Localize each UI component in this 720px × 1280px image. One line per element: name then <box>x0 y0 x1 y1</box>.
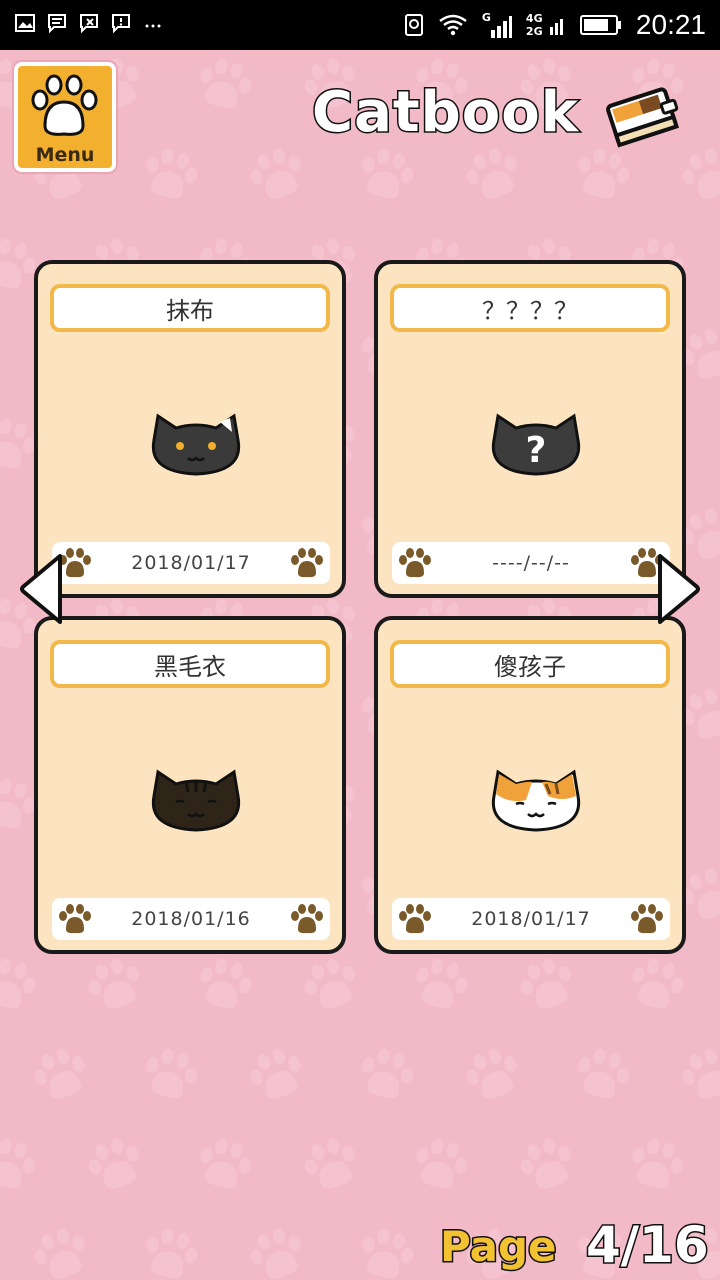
cat-name: 傻孩子 <box>390 640 670 688</box>
capture-date: 2018/01/17 <box>471 908 591 930</box>
background-paw <box>512 952 583 1022</box>
alert-message-icon <box>112 14 130 34</box>
background-paw <box>242 1042 313 1112</box>
background-paw <box>80 1132 151 1202</box>
background-paw <box>296 1132 367 1202</box>
background-paw <box>0 954 42 1021</box>
background-paw <box>512 1132 583 1202</box>
capture-date: ----/--/-- <box>492 552 570 574</box>
message-cancel-icon <box>80 14 98 34</box>
background-paw <box>26 1042 97 1112</box>
paw-icon <box>59 904 91 934</box>
background-paw <box>136 144 204 211</box>
paw-icon <box>31 74 98 136</box>
capture-date: 2018/01/17 <box>131 552 251 574</box>
background-paw <box>26 1222 97 1280</box>
lens-icon <box>404 14 423 36</box>
status-bar: G 4G 2G 20:21 <box>0 0 720 50</box>
background-paw <box>80 952 151 1022</box>
background-paw <box>406 1134 474 1201</box>
card-footer: 2018/01/17 <box>52 542 330 584</box>
black-cat-icon <box>151 413 241 476</box>
page-number: 4/16 <box>585 1215 711 1276</box>
paw-icon <box>291 904 323 934</box>
page-indicator: Page 4/16 <box>439 1215 711 1276</box>
background-paw <box>622 1134 690 1201</box>
unknown-cat-icon: ? <box>491 413 581 476</box>
cat-name: 黑毛衣 <box>50 640 330 688</box>
background-paw <box>190 54 258 121</box>
paw-icon <box>291 548 323 578</box>
background-paw <box>352 1044 420 1111</box>
capture-date: 2018/01/16 <box>131 908 251 930</box>
background-paw <box>568 1044 636 1111</box>
cat-card-1[interactable]: 抹布 2018/01/17 <box>34 260 346 598</box>
background-paw <box>190 1134 258 1201</box>
image-icon <box>15 14 35 32</box>
svg-text:?: ? <box>526 430 547 471</box>
previous-page-arrow-icon[interactable] <box>18 552 64 626</box>
background-paw <box>0 1134 42 1201</box>
background-paw <box>296 952 367 1022</box>
more-icon <box>145 24 161 28</box>
page-title: Catbook <box>311 79 580 147</box>
catbook-book-icon <box>606 87 680 148</box>
background-paw <box>352 1224 420 1280</box>
signal-icon: G <box>482 12 512 38</box>
cat-name: ？？？？ <box>390 284 670 332</box>
background-paw <box>622 954 690 1021</box>
network-top-label: 4G <box>525 12 543 25</box>
clock: 20:21 <box>635 9 706 40</box>
cat-card-4[interactable]: 傻孩子 2018/01/17 <box>374 616 686 954</box>
cat-card-2[interactable]: ？？？？ ? ----/--/-- <box>374 260 686 598</box>
menu-button[interactable]: Menu <box>14 62 116 172</box>
page-label: Page <box>439 1221 559 1273</box>
paw-icon <box>399 548 431 578</box>
card-footer: 2018/01/16 <box>52 898 330 940</box>
battery-icon <box>579 15 621 35</box>
background-paw <box>674 1042 720 1112</box>
menu-label: Menu <box>35 144 95 166</box>
background-paw <box>406 954 474 1021</box>
card-footer: ----/--/-- <box>392 542 670 584</box>
background-paw <box>136 1224 204 1280</box>
network-indicator: 4G 2G <box>526 11 566 39</box>
calico-cat-icon <box>491 769 581 832</box>
next-page-arrow-icon[interactable] <box>656 552 702 626</box>
dark-tabby-cat-icon <box>151 769 241 832</box>
background-paw <box>458 1042 529 1112</box>
network-bottom-label: 2G <box>525 25 543 38</box>
cat-card-3[interactable]: 黑毛衣 2018/01/16 <box>34 616 346 954</box>
card-footer: 2018/01/17 <box>392 898 670 940</box>
background-paw <box>190 954 258 1021</box>
message-icon <box>48 14 66 34</box>
background-paw <box>136 1044 204 1111</box>
background-paw <box>674 142 720 212</box>
paw-icon <box>631 904 663 934</box>
background-paw <box>242 1222 313 1280</box>
cat-name: 抹布 <box>50 284 330 332</box>
paw-icon <box>399 904 431 934</box>
wifi-icon <box>439 14 467 36</box>
background-paw <box>242 142 313 212</box>
